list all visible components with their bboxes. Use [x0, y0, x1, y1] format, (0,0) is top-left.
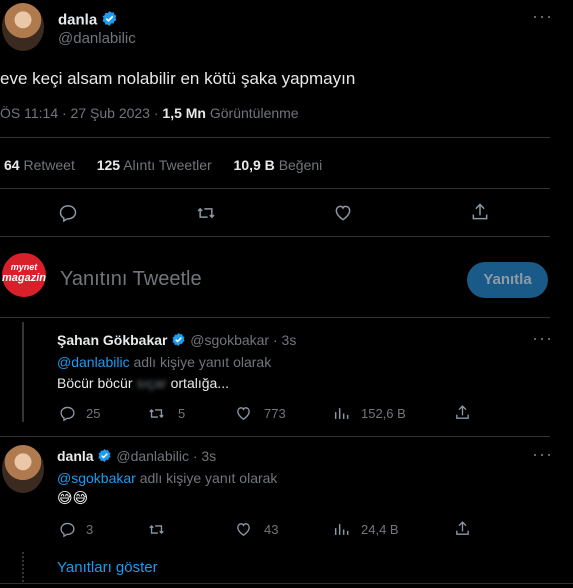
views-label: Görüntülenme	[209, 105, 299, 121]
reply-author-name[interactable]: Şahan Gökbakar	[57, 332, 168, 348]
divider	[0, 583, 573, 584]
thread-line	[22, 322, 24, 422]
tweet-stats: 64 Retweet 125 Alıntı Tweetler 10,9 B Be…	[4, 157, 322, 173]
more-options-icon[interactable]: ···	[532, 6, 553, 27]
retweet-count: 5	[178, 406, 186, 421]
like-action[interactable]: 773	[235, 405, 286, 422]
reply-to-handle[interactable]: @sgokbakar	[57, 470, 136, 486]
quotes-stat[interactable]: 125 Alıntı Tweetler	[97, 157, 212, 173]
reply-time[interactable]: · 3s	[193, 448, 216, 464]
reply-to-line: @danlabilic adlı kişiye yanıt olarak	[57, 354, 272, 370]
author-name-row: danla	[58, 10, 118, 31]
author-avatar[interactable]	[2, 3, 44, 51]
reply-author-name[interactable]: danla	[57, 448, 94, 464]
reply-header: danla @danlabilic · 3s	[57, 448, 216, 466]
retweet-action[interactable]: 5	[147, 405, 185, 422]
divider	[0, 188, 550, 189]
verified-badge-icon	[97, 448, 112, 466]
reply-text: Böcür böcür sıçar ortalığa...	[57, 375, 229, 391]
share-icon[interactable]	[454, 404, 471, 421]
like-icon[interactable]	[333, 203, 353, 223]
tweet-meta: ÖS 11:14 · 27 Şub 2023 · 1,5 Mn Görüntül…	[0, 105, 299, 121]
verified-badge-icon	[101, 10, 118, 31]
views-action[interactable]: 24,4 B	[333, 521, 399, 538]
censored-word: sıçar	[136, 375, 167, 391]
retweets-stat[interactable]: 64 Retweet	[4, 157, 75, 173]
divider	[0, 137, 550, 138]
author-name[interactable]: danla	[58, 11, 97, 28]
reply-count: 25	[86, 406, 101, 421]
logo-text-bottom: magazin	[2, 272, 47, 284]
reply-composer-input[interactable]: Yanıtını Tweetle	[60, 268, 202, 291]
views-count: 1,5 Mn	[162, 105, 206, 121]
reply-time[interactable]: · 3s	[273, 332, 296, 348]
share-icon[interactable]	[470, 202, 490, 222]
like-count: 43	[264, 522, 279, 537]
view-count: 24,4 B	[361, 522, 399, 537]
like-action[interactable]: 43	[235, 521, 278, 538]
composer-avatar-logo[interactable]: mynet magazin	[2, 253, 46, 297]
retweet-action[interactable]	[147, 521, 178, 538]
share-icon[interactable]	[454, 520, 471, 537]
reply-author-avatar[interactable]	[2, 445, 44, 493]
likes-stat[interactable]: 10,9 B Beğeni	[234, 157, 323, 173]
reply-button[interactable]: Yanıtla	[467, 262, 548, 298]
divider	[0, 436, 550, 437]
thread-dots	[22, 552, 24, 582]
reply-count: 3	[86, 522, 94, 537]
more-options-icon[interactable]: ···	[532, 328, 553, 349]
reply-header: Şahan Gökbakar @sgokbakar · 3s	[57, 332, 296, 350]
reply-text: 😅😅	[57, 490, 89, 507]
tweet-text: eve keçi alsam nolabilir en kötü şaka ya…	[0, 69, 356, 88]
more-options-icon[interactable]: ···	[532, 444, 553, 465]
views-action[interactable]: 152,6 B	[333, 405, 406, 422]
reply-icon[interactable]	[58, 203, 78, 223]
reply-to-line: @sgokbakar adlı kişiye yanıt olarak	[57, 470, 278, 486]
divider	[0, 317, 550, 318]
reply-to-handle[interactable]: @danlabilic	[57, 354, 130, 370]
show-replies-link[interactable]: Yanıtları göster	[57, 559, 158, 576]
view-count: 152,6 B	[361, 406, 406, 421]
reply-action[interactable]: 3	[59, 521, 93, 538]
logo-text-top: mynet	[10, 262, 38, 272]
divider	[0, 236, 550, 237]
author-handle[interactable]: @danlabilic	[58, 30, 136, 47]
reply-author-handle[interactable]: @danlabilic	[116, 448, 189, 464]
retweet-icon[interactable]	[195, 203, 217, 223]
like-count: 773	[264, 406, 286, 421]
reply-action[interactable]: 25	[59, 405, 100, 422]
verified-badge-icon	[171, 332, 186, 350]
reply-author-handle[interactable]: @sgokbakar	[190, 332, 269, 348]
tweet-time[interactable]: ÖS 11:14 · 27 Şub 2023 ·	[0, 105, 162, 121]
